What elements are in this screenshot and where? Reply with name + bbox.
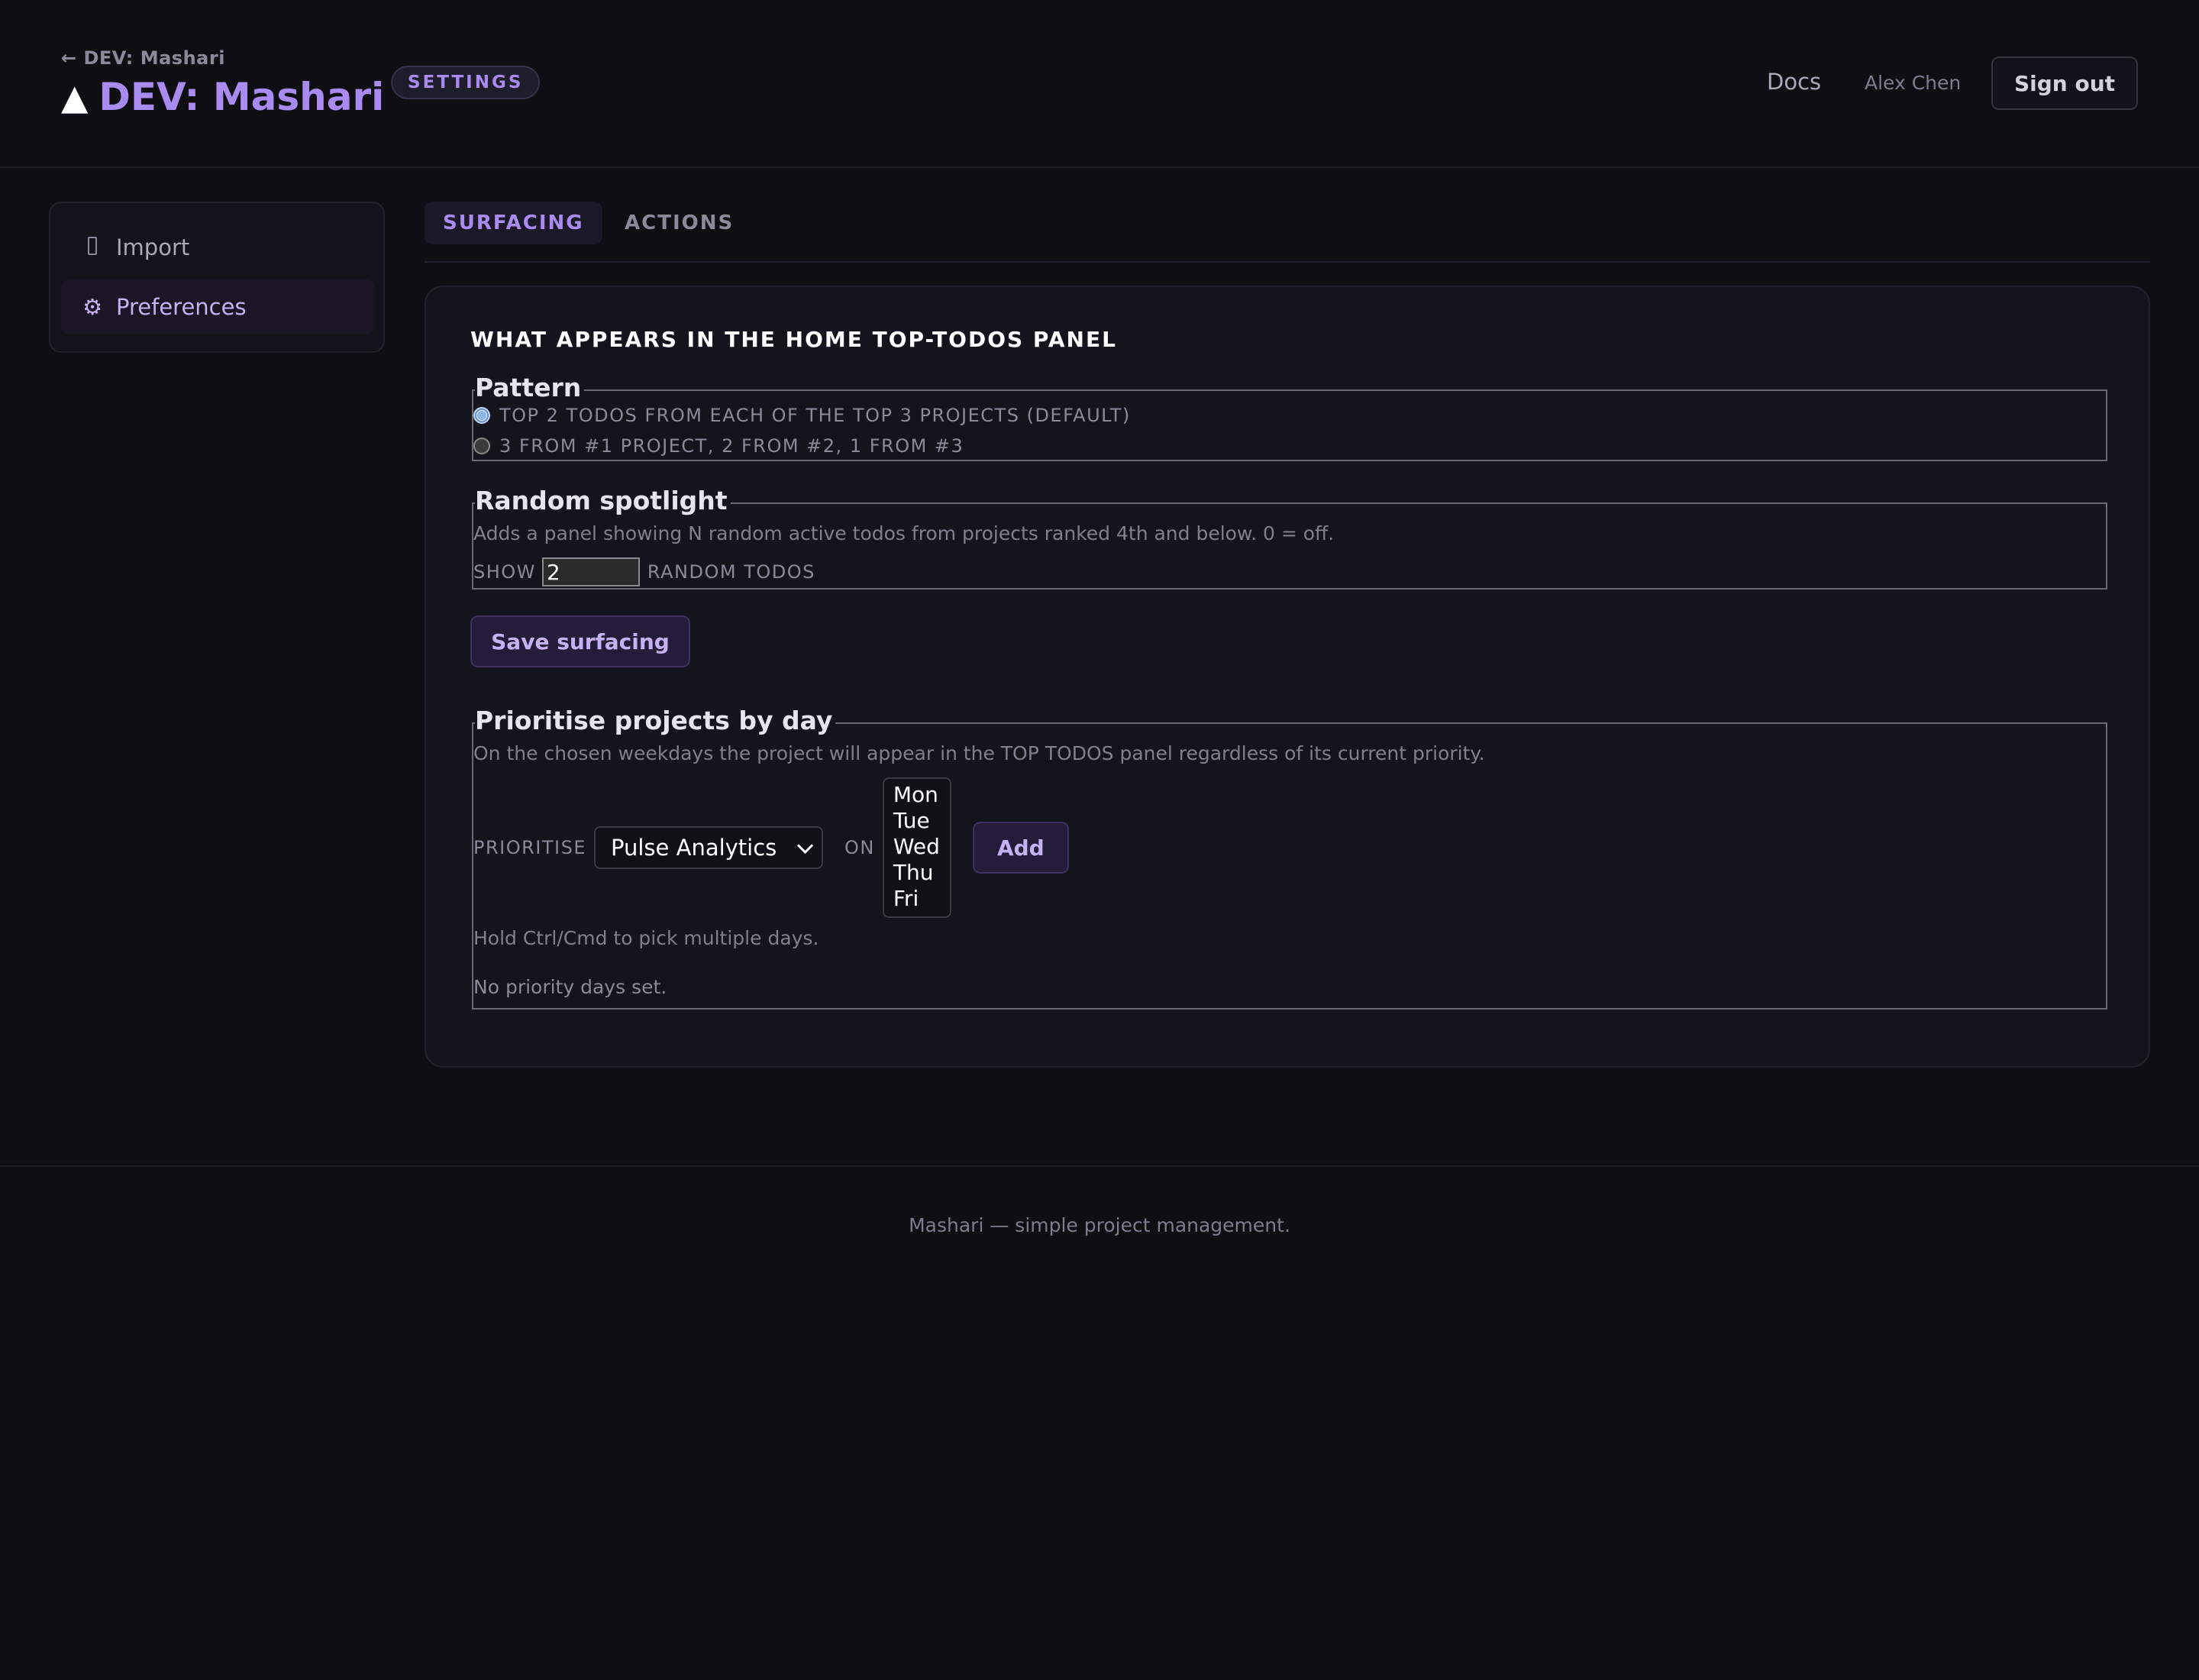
footer-divider [0, 1165, 2199, 1167]
weekday-option[interactable]: Wed [893, 834, 941, 860]
weekday-option[interactable]: Tue [893, 808, 941, 834]
weekday-option[interactable]: Fri [893, 886, 941, 912]
sidebar-item-import[interactable]: Import [61, 220, 374, 275]
pattern-option-label: 3 FROM #1 PROJECT, 2 FROM #2, 1 FROM #3 [499, 435, 964, 457]
weekday-multiselect[interactable]: Mon Tue Wed Thu Fri [882, 777, 951, 918]
prioritise-row: PRIORITISE Pulse Analytics ON Mon Tue We… [473, 777, 1069, 918]
pattern-option-label: TOP 2 TODOS FROM EACH OF THE TOP 3 PROJE… [499, 405, 1131, 426]
prioritise-fieldset: Prioritise projects by day On the chosen… [472, 706, 2107, 1010]
random-count-row: SHOW RANDOM TODOS [473, 557, 815, 586]
footer-text: Mashari — simple project management. [909, 1214, 1290, 1236]
empty-state-text: No priority days set. [473, 976, 667, 998]
project-select[interactable]: Pulse Analytics [594, 826, 824, 869]
pattern-option-default[interactable]: TOP 2 TODOS FROM EACH OF THE TOP 3 PROJE… [473, 405, 1131, 426]
back-link[interactable]: ← DEV: Mashari [61, 47, 225, 69]
prioritise-help: On the chosen weekdays the project will … [473, 742, 1485, 764]
weekday-option[interactable]: Thu [893, 860, 941, 886]
docs-link[interactable]: Docs [1767, 69, 1821, 95]
prioritise-legend: Prioritise projects by day [475, 706, 836, 736]
pattern-option-weighted[interactable]: 3 FROM #1 PROJECT, 2 FROM #2, 1 FROM #3 [473, 435, 964, 457]
settings-badge: SETTINGS [391, 66, 541, 99]
random-spotlight-legend: Random spotlight [475, 486, 731, 516]
pattern-legend: Pattern [475, 373, 585, 403]
save-surfacing-button[interactable]: Save surfacing [470, 615, 690, 667]
random-spotlight-fieldset: Random spotlight Adds a panel showing N … [472, 486, 2107, 590]
sign-out-button[interactable]: Sign out [1991, 57, 2138, 110]
pattern-fieldset: Pattern TOP 2 TODOS FROM EACH OF THE TOP… [472, 373, 2107, 461]
random-todos-label: RANDOM TODOS [647, 561, 815, 583]
chevron-down-icon [796, 837, 814, 854]
add-priority-button[interactable]: Add [972, 822, 1069, 874]
import-icon [81, 234, 104, 260]
gear-icon: ⚙ [82, 294, 102, 320]
sidebar-item-label: Import [116, 234, 190, 260]
sidebar: Import ⚙ Preferences [49, 202, 385, 353]
random-spotlight-help: Adds a panel showing N random active tod… [473, 522, 1335, 544]
sidebar-item-preferences[interactable]: ⚙ Preferences [61, 279, 374, 334]
prioritise-label: PRIORITISE [473, 837, 587, 858]
triangle-logo-icon: ▲ [61, 76, 89, 118]
radio-button-checked[interactable] [473, 407, 490, 424]
random-count-input[interactable] [541, 557, 640, 586]
brand: ▲ DEV: Mashari [61, 72, 384, 122]
card-heading: WHAT APPEARS IN THE HOME TOP-TODOS PANEL [470, 327, 1117, 352]
page-title: DEV: Mashari [98, 75, 385, 119]
on-label: ON [844, 837, 875, 858]
app-header: ← DEV: Mashari ▲ DEV: Mashari SETTINGS D… [0, 0, 2199, 168]
radio-button[interactable] [473, 438, 490, 454]
multi-select-hint: Hold Ctrl/Cmd to pick multiple days. [473, 927, 819, 949]
weekday-option[interactable]: Mon [893, 782, 941, 808]
tab-bar: SURFACING ACTIONS [425, 202, 2150, 263]
user-name: Alex Chen [1865, 72, 1962, 94]
tab-surfacing[interactable]: SURFACING [425, 202, 602, 244]
project-select-value: Pulse Analytics [611, 835, 777, 861]
tab-actions[interactable]: ACTIONS [625, 202, 734, 244]
surfacing-card: WHAT APPEARS IN THE HOME TOP-TODOS PANEL… [425, 286, 2150, 1068]
show-label: SHOW [473, 561, 536, 583]
sidebar-item-label: Preferences [116, 294, 247, 320]
